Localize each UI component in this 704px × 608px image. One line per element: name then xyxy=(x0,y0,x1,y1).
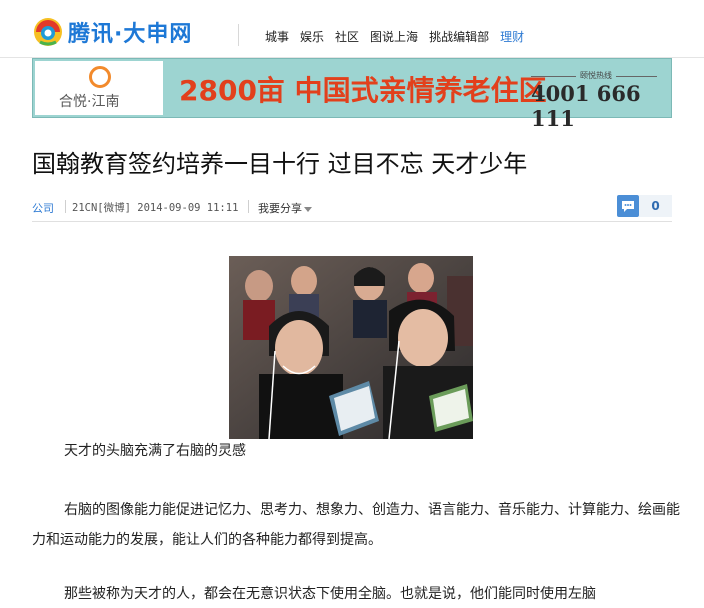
meta-separator xyxy=(65,200,66,213)
share-label: 我要分享 xyxy=(258,202,302,215)
nav-item-city[interactable]: 城事 xyxy=(265,28,289,45)
article-source: 21CN[微博] 2014-09-09 11:11 xyxy=(72,202,239,214)
banner-brand-logo: 合悦·江南 xyxy=(35,61,163,115)
comment-count[interactable]: 0 xyxy=(639,195,672,217)
students-reading-photo xyxy=(229,256,473,439)
chevron-down-icon xyxy=(304,206,312,212)
site-logo[interactable]: 腾讯·大申网 xyxy=(32,14,192,50)
site-header: 腾讯·大申网 城事 娱乐 社区 图说上海 挑战编辑部 理财 xyxy=(0,0,704,56)
hotline-number: 4001 666 111 xyxy=(531,81,641,131)
comment-button[interactable] xyxy=(617,195,639,217)
nav-item-challenge-editors[interactable]: 挑战编辑部 xyxy=(429,28,489,45)
article-photo xyxy=(229,256,473,439)
hotline-label: 颐悦热线 xyxy=(576,70,616,81)
tencent-logo-icon xyxy=(34,18,62,46)
article-title: 国翰教育签约培养一目十行 过目不忘 天才少年 xyxy=(32,150,528,178)
photo-caption: 天才的头脑充满了右脑的灵感 xyxy=(64,443,246,459)
meta-separator xyxy=(248,200,249,213)
banner-headline: 2800亩 中国式亲情养老住区 xyxy=(179,74,547,107)
header-divider xyxy=(238,24,239,46)
main-nav: 城事 娱乐 社区 图说上海 挑战编辑部 理财 xyxy=(265,28,524,45)
article-paragraph: 那些被称为天才的人，都会在无意识状态下使用全脑。也就是说，他们能同时使用左脑 xyxy=(64,586,596,602)
nav-item-shanghai-photos[interactable]: 图说上海 xyxy=(370,28,418,45)
brand-circle-icon xyxy=(89,66,111,88)
nav-item-entertainment[interactable]: 娱乐 xyxy=(300,28,324,45)
nav-item-finance[interactable]: 理财 xyxy=(500,28,524,45)
meta-separator-line xyxy=(32,221,672,222)
article-meta: 公司 21CN[微博] 2014-09-09 11:11 我要分享 0 xyxy=(32,195,672,220)
logo-text: 腾讯·大申网 xyxy=(68,22,193,47)
banner-brand-text: 合悦·江南 xyxy=(59,94,120,110)
share-dropdown[interactable]: 我要分享 xyxy=(258,200,312,216)
category-link[interactable]: 公司 xyxy=(32,200,54,216)
article-paragraph: 右脑的图像能力能促进记忆力、思考力、想象力、创造力、语言能力、音乐能力、计算能力… xyxy=(32,502,680,548)
banner-ad[interactable]: 合悦·江南 2800亩 中国式亲情养老住区 颐悦热线 4001 666 111 xyxy=(32,58,672,131)
comment-icon xyxy=(622,201,634,212)
nav-item-community[interactable]: 社区 xyxy=(335,28,359,45)
